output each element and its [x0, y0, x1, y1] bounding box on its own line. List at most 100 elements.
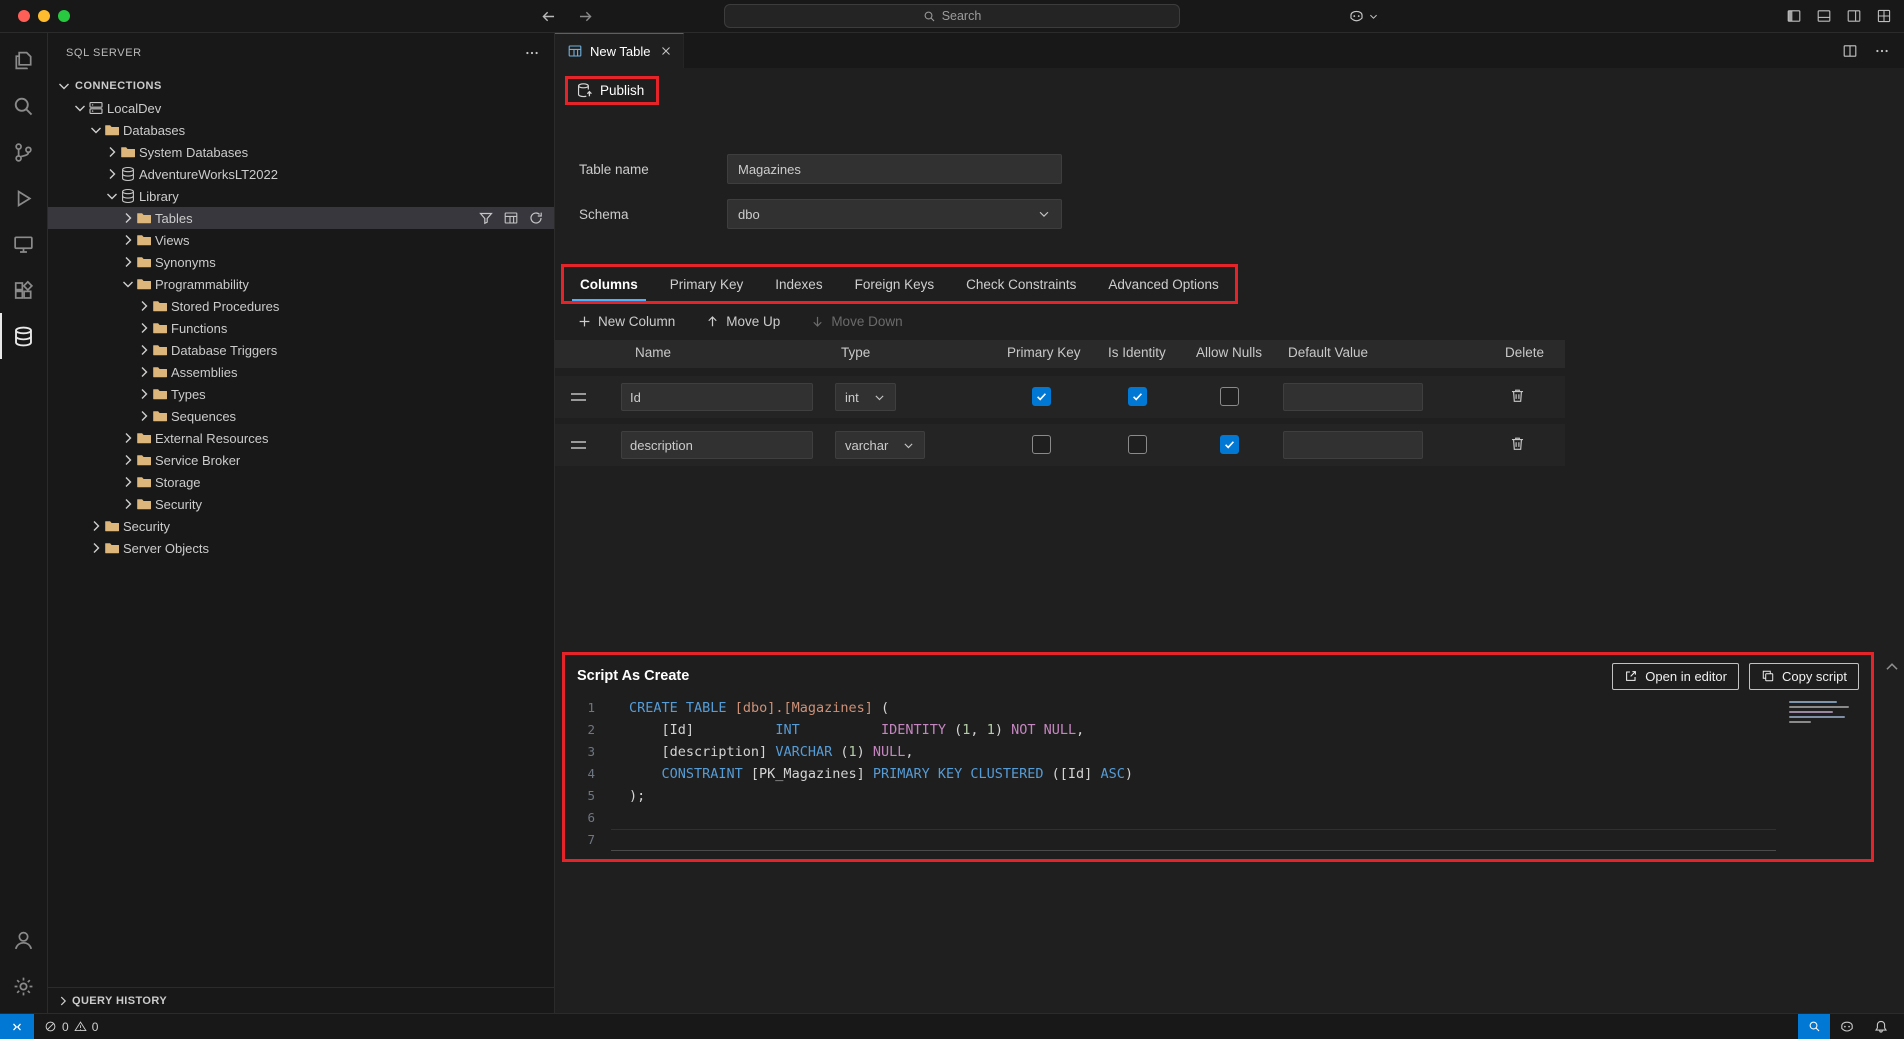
tree-item-service-broker[interactable]: Service Broker — [48, 449, 554, 471]
tree-item-functions[interactable]: Functions — [48, 317, 554, 339]
chevron-right-icon[interactable] — [136, 342, 152, 358]
query-history-section[interactable]: QUERY HISTORY — [48, 987, 554, 1013]
chevron-right-icon[interactable] — [120, 496, 136, 512]
code-line[interactable]: 7 — [565, 829, 1871, 851]
tree-item-databases[interactable]: Databases — [48, 119, 554, 141]
delete-column-button[interactable] — [1507, 433, 1528, 457]
activity-bar-search[interactable] — [0, 83, 48, 129]
chevron-right-icon[interactable] — [88, 540, 104, 556]
copy-script-button[interactable]: Copy script — [1749, 663, 1859, 690]
tree-item-types[interactable]: Types — [48, 383, 554, 405]
move-up-button[interactable]: Move Up — [705, 314, 780, 329]
code-line[interactable]: 4 CONSTRAINT [PK_Magazines] PRIMARY KEY … — [565, 763, 1871, 785]
activity-bar-source-control[interactable] — [0, 129, 48, 175]
copilot-menu[interactable] — [1348, 0, 1379, 32]
forward-button[interactable] — [577, 8, 594, 25]
activity-bar-account[interactable] — [0, 917, 48, 963]
designer-tab-primary-key[interactable]: Primary Key — [654, 267, 760, 301]
tree-item-tables[interactable]: Tables — [48, 207, 554, 229]
chevron-right-icon[interactable] — [120, 232, 136, 248]
primary-key-checkbox[interactable] — [1032, 435, 1051, 454]
is-identity-checkbox[interactable] — [1128, 387, 1147, 406]
chevron-down-icon[interactable] — [56, 78, 72, 94]
code-line[interactable]: 1CREATE TABLE [dbo].[Magazines] ( — [565, 697, 1871, 719]
code-line[interactable]: 5); — [565, 785, 1871, 807]
column-name-input[interactable] — [621, 431, 813, 459]
notifications-bell[interactable] — [1864, 1014, 1898, 1039]
designer-tab-indexes[interactable]: Indexes — [759, 267, 838, 301]
minimize-window-button[interactable] — [38, 10, 50, 22]
activity-bar-sql-server[interactable] — [0, 313, 48, 359]
copilot-status[interactable] — [1830, 1014, 1864, 1039]
new-column-button[interactable]: New Column — [577, 314, 675, 329]
tree-item-database-triggers[interactable]: Database Triggers — [48, 339, 554, 361]
tree-item-security-server[interactable]: Security — [48, 515, 554, 537]
chevron-right-icon[interactable] — [104, 166, 120, 182]
tree-item-connections[interactable]: CONNECTIONS — [48, 75, 554, 97]
tree-item-synonyms[interactable]: Synonyms — [48, 251, 554, 273]
tree-item-library[interactable]: Library — [48, 185, 554, 207]
chevron-down-icon[interactable] — [104, 188, 120, 204]
chevron-right-icon[interactable] — [136, 320, 152, 336]
tree-item-views[interactable]: Views — [48, 229, 554, 251]
close-window-button[interactable] — [18, 10, 30, 22]
toggle-primary-sidebar-button[interactable] — [1786, 8, 1802, 24]
activity-bar-settings[interactable] — [0, 963, 48, 1009]
tree-item-sequences[interactable]: Sequences — [48, 405, 554, 427]
tree-item-localdev[interactable]: LocalDev — [48, 97, 554, 119]
close-tab-icon[interactable] — [659, 44, 673, 58]
column-type-select[interactable]: int — [835, 383, 896, 411]
activity-bar-extensions[interactable] — [0, 267, 48, 313]
chevron-right-icon[interactable] — [120, 452, 136, 468]
chevron-right-icon[interactable] — [136, 408, 152, 424]
tree-item-programmability[interactable]: Programmability — [48, 273, 554, 295]
activity-bar-remote-explorer[interactable] — [0, 221, 48, 267]
chevron-right-icon[interactable] — [136, 386, 152, 402]
is-identity-checkbox[interactable] — [1128, 435, 1147, 454]
tree-item-security-database[interactable]: Security — [48, 493, 554, 515]
chevron-right-icon[interactable] — [120, 474, 136, 490]
command-center-search[interactable]: Search — [724, 4, 1180, 28]
chevron-right-icon[interactable] — [88, 518, 104, 534]
remote-indicator[interactable] — [0, 1014, 34, 1039]
activity-bar-explorer[interactable] — [0, 37, 48, 83]
chevron-right-icon[interactable] — [120, 254, 136, 270]
tree-item-adventureworkslt2022[interactable]: AdventureWorksLT2022 — [48, 163, 554, 185]
default-value-input[interactable] — [1283, 383, 1423, 411]
drag-handle[interactable] — [571, 393, 586, 401]
designer-tab-advanced-options[interactable]: Advanced Options — [1092, 267, 1234, 301]
publish-button[interactable]: Publish — [568, 79, 656, 102]
chevron-right-icon[interactable] — [120, 210, 136, 226]
toggle-secondary-sidebar-button[interactable] — [1846, 8, 1862, 24]
table-icon[interactable] — [503, 210, 519, 226]
activity-bar-run-and-debug[interactable] — [0, 175, 48, 221]
chevron-right-icon[interactable] — [136, 364, 152, 380]
tree-item-system-databases[interactable]: System Databases — [48, 141, 554, 163]
allow-nulls-checkbox[interactable] — [1220, 435, 1239, 454]
customize-layout-button[interactable] — [1876, 8, 1892, 24]
more-actions-button[interactable] — [1874, 43, 1890, 59]
chevron-down-icon[interactable] — [120, 276, 136, 292]
scroll-up-button[interactable] — [1883, 658, 1901, 676]
move-down-button[interactable]: Move Down — [810, 314, 902, 329]
tree-item-stored-procedures[interactable]: Stored Procedures — [48, 295, 554, 317]
code-line[interactable]: 3 [description] VARCHAR (1) NULL, — [565, 741, 1871, 763]
back-button[interactable] — [540, 8, 557, 25]
drag-handle[interactable] — [571, 441, 586, 449]
delete-column-button[interactable] — [1507, 385, 1528, 409]
chevron-right-icon[interactable] — [104, 144, 120, 160]
code-line[interactable]: 2 [Id] INT IDENTITY (1, 1) NOT NULL, — [565, 719, 1871, 741]
toggle-panel-button[interactable] — [1816, 8, 1832, 24]
split-editor-button[interactable] — [1842, 43, 1858, 59]
primary-key-checkbox[interactable] — [1032, 387, 1051, 406]
chevron-right-icon[interactable] — [136, 298, 152, 314]
problems-status[interactable]: 0 0 — [34, 1014, 108, 1039]
tree-item-assemblies[interactable]: Assemblies — [48, 361, 554, 383]
tree-item-server-objects[interactable]: Server Objects — [48, 537, 554, 559]
designer-tab-check-constraints[interactable]: Check Constraints — [950, 267, 1092, 301]
designer-tab-foreign-keys[interactable]: Foreign Keys — [839, 267, 951, 301]
zoom-status[interactable] — [1798, 1014, 1830, 1039]
script-editor[interactable]: 1CREATE TABLE [dbo].[Magazines] (2 [Id] … — [565, 697, 1871, 859]
tree-item-external-resources[interactable]: External Resources — [48, 427, 554, 449]
default-value-input[interactable] — [1283, 431, 1423, 459]
